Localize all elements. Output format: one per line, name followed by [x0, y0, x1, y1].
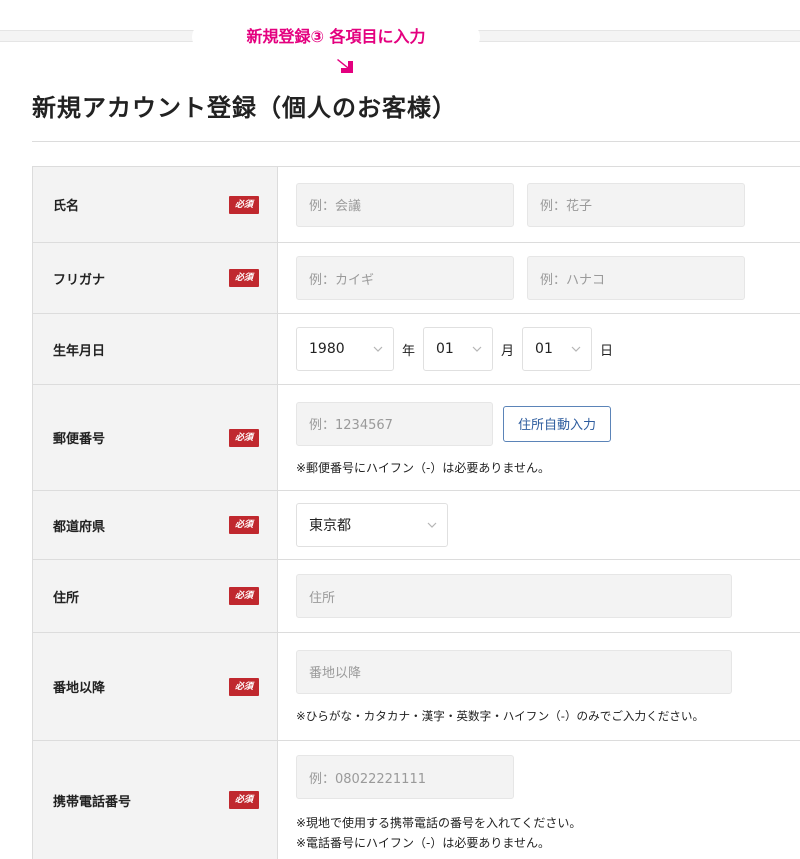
address2-note: ※ひらがな・カタカナ・漢字・英数字・ハイフン（-）のみでご入力ください。: [296, 708, 705, 723]
label-cell: 氏名 必須: [33, 167, 278, 242]
birth-month-select[interactable]: 01: [423, 327, 494, 371]
label-cell: 生年月日: [33, 314, 278, 384]
birth-year-value: 1980: [309, 341, 345, 357]
day-unit: 日: [600, 343, 614, 359]
first-name-kana-input[interactable]: 例：ハナコ: [527, 256, 745, 300]
mobile-note-2: ※電話番号にハイフン（-）は必要ありません。: [296, 836, 551, 850]
field-cell: 1980 年 01 月 01 日: [278, 314, 800, 384]
birth-day-value: 01: [535, 341, 553, 357]
birth-day-select[interactable]: 01: [522, 327, 593, 371]
required-badge: 必須: [228, 791, 259, 809]
form-row-furigana: フリガナ 必須 例：カイギ 例：ハナコ: [33, 243, 800, 314]
label-cell: 携帯電話番号 必須: [33, 741, 278, 859]
field-label-mobile: 携帯電話番号: [53, 794, 132, 810]
field-label-address2: 番地以降: [53, 681, 106, 696]
last-name-kana-input[interactable]: 例：カイギ: [296, 256, 514, 300]
page-title: 新規アカウント登録（個人のお客様）: [32, 94, 457, 122]
postal-code-input[interactable]: 例：1234567: [296, 401, 493, 446]
field-label-birthdate: 生年月日: [53, 343, 106, 359]
chevron-down-icon: [571, 346, 581, 352]
field-cell: 東京都: [278, 491, 800, 559]
address2-input[interactable]: 番地以降: [296, 649, 732, 694]
title-divider: [32, 141, 800, 142]
last-name-input[interactable]: 例：会議: [296, 182, 514, 227]
required-badge: 必須: [228, 587, 259, 605]
field-cell: 住所: [278, 560, 800, 632]
form-row-birthdate: 生年月日 1980 年 01 月 01 日: [33, 314, 800, 385]
required-badge: 必須: [228, 677, 259, 696]
mobile-note-1: ※現地で使用する携帯電話の番号を入れてください。: [296, 816, 582, 830]
field-label-address: 住所: [53, 590, 80, 606]
field-cell: 例：カイギ 例：ハナコ: [278, 243, 800, 313]
registration-form: 氏名 必須 例：会議 例：花子 フリガナ 必須 例：カイギ 例：ハナコ 生年月日: [32, 166, 800, 859]
form-row-prefecture: 都道府県 必須 東京都: [33, 491, 800, 560]
chevron-down-icon: [427, 522, 437, 528]
label-cell: 都道府県 必須: [33, 491, 278, 559]
field-label-furigana: フリガナ: [53, 272, 106, 288]
field-label-postal: 郵便番号: [53, 432, 106, 447]
prefecture-select[interactable]: 東京都: [296, 503, 448, 547]
label-cell: 郵便番号 必須: [33, 385, 278, 490]
arrow-down-right-icon: [337, 59, 353, 73]
prefecture-value: 東京都: [309, 518, 351, 534]
field-cell: 例：08022221111 ※現地で使用する携帯電話の番号を入れてください。 ※…: [278, 741, 800, 859]
field-label-name: 氏名: [53, 199, 80, 214]
field-cell: 例：1234567 住所自動入力 ※郵便番号にハイフン（-）は必要ありません。: [278, 385, 800, 490]
form-row-mobile: 携帯電話番号 必須 例：08022221111 ※現地で使用する携帯電話の番号を…: [33, 741, 800, 859]
form-row-address2: 番地以降 必須 番地以降 ※ひらがな・カタカナ・漢字・英数字・ハイフン（-）のみ…: [33, 633, 800, 741]
birth-year-select[interactable]: 1980: [296, 327, 394, 371]
label-cell: 番地以降 必須: [33, 633, 278, 740]
required-badge: 必須: [228, 269, 259, 287]
required-badge: 必須: [228, 428, 259, 447]
field-cell: 番地以降 ※ひらがな・カタカナ・漢字・英数字・ハイフン（-）のみでご入力ください…: [278, 633, 800, 740]
chevron-down-icon: [472, 346, 482, 352]
postal-note: ※郵便番号にハイフン（-）は必要ありません。: [296, 460, 551, 475]
address-autofill-button[interactable]: 住所自動入力: [503, 405, 612, 442]
address-input[interactable]: 住所: [296, 574, 732, 618]
field-label-prefecture: 都道府県: [53, 519, 106, 535]
banner-step-text: 新規登録③ 各項目に入力: [246, 27, 426, 46]
label-cell: 住所 必須: [33, 560, 278, 632]
field-cell: 例：会議 例：花子: [278, 167, 800, 242]
chevron-down-icon: [373, 346, 383, 352]
required-badge: 必須: [228, 516, 259, 534]
form-row-address: 住所 必須 住所: [33, 560, 800, 633]
label-cell: フリガナ 必須: [33, 243, 278, 313]
required-badge: 必須: [228, 195, 259, 214]
form-row-postal: 郵便番号 必須 例：1234567 住所自動入力 ※郵便番号にハイフン（-）は必…: [33, 385, 800, 491]
birth-month-value: 01: [436, 341, 454, 357]
mobile-phone-input[interactable]: 例：08022221111: [296, 755, 514, 799]
month-unit: 月: [501, 343, 515, 359]
form-row-name: 氏名 必須 例：会議 例：花子: [33, 167, 800, 243]
first-name-input[interactable]: 例：花子: [527, 182, 745, 227]
year-unit: 年: [402, 343, 416, 359]
